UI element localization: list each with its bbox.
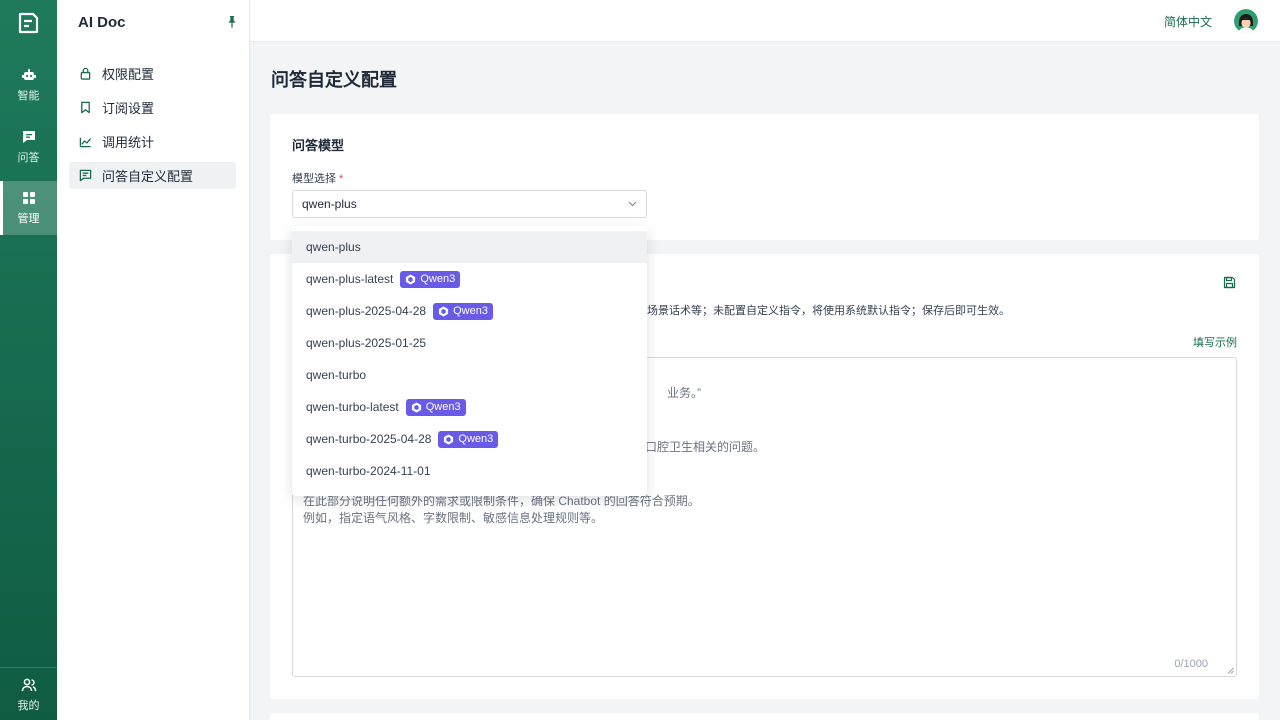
sidebar: AI Doc 权限配置 订阅设置 调用统计 问答自定义配置	[57, 0, 250, 720]
qwen-logo-icon	[406, 273, 416, 285]
placeholder-line: 例如，指定语气风格、字数限制、敏感信息处理规则等。	[303, 511, 604, 525]
rail-item-qa[interactable]: 问答	[0, 120, 57, 174]
model-dropdown: qwen-plus qwen-plus-latest Qwen3 qwen-plu…	[292, 226, 647, 496]
model-select-value: qwen-plus	[302, 197, 357, 211]
qwen3-badge: Qwen3	[400, 270, 461, 288]
model-select[interactable]: qwen-plus	[292, 190, 647, 218]
option-label: qwen-plus	[306, 240, 361, 254]
sidebar-item-usage-stats[interactable]: 调用统计	[69, 128, 236, 155]
sidebar-item-label: 订阅设置	[102, 101, 155, 116]
pin-icon[interactable]	[227, 16, 237, 28]
rail-item-label: 智能	[17, 90, 40, 102]
lock-icon	[80, 67, 91, 80]
model-card: 问答模型 模型选择 * qwen-plus	[270, 114, 1259, 240]
option-label: qwen-plus-latest	[306, 272, 394, 286]
rail-item-mine[interactable]: 我的	[0, 668, 57, 720]
option-label: qwen-plus-2025-01-25	[306, 336, 427, 350]
app-rail: 智能 问答 管理 我的	[0, 0, 57, 720]
dropdown-option[interactable]: qwen-plus	[292, 231, 647, 263]
dropdown-option[interactable]: qwen-plus-latest Qwen3	[292, 263, 647, 295]
rail-item-smart[interactable]: 智能	[0, 58, 57, 112]
badge-label: Qwen3	[458, 433, 494, 445]
rail-item-label: 管理	[17, 213, 40, 225]
save-icon[interactable]	[1223, 276, 1236, 289]
option-label: qwen-turbo-latest	[306, 400, 399, 414]
option-label: qwen-plus-2025-04-28	[306, 304, 427, 318]
model-field-label-text: 模型选择	[292, 173, 336, 185]
next-card	[270, 713, 1259, 720]
option-label: qwen-turbo-2025-04-28	[306, 432, 432, 446]
rail-item-label: 我的	[17, 700, 40, 712]
rail-item-manage[interactable]: 管理	[0, 181, 57, 235]
app-logo-icon[interactable]	[15, 10, 41, 36]
avatar[interactable]	[1234, 9, 1258, 33]
qwen-logo-icon	[444, 433, 454, 445]
badge-label: Qwen3	[420, 273, 456, 285]
robot-icon	[21, 69, 36, 80]
rail-item-label: 问答	[17, 152, 40, 164]
dropdown-option[interactable]: qwen-plus-2025-01-25	[292, 327, 647, 359]
fill-example-link[interactable]: 填写示例	[1193, 334, 1237, 350]
qwen-logo-icon	[438, 305, 449, 317]
char-counter: 0/1000	[1174, 658, 1208, 670]
user-icon	[21, 678, 36, 692]
grid-icon	[22, 192, 35, 204]
placeholder-line: 业务。”	[667, 386, 701, 400]
qwen3-badge: Qwen3	[405, 398, 466, 416]
sidebar-item-label: 权限配置	[102, 67, 155, 82]
qwen3-badge: Qwen3	[438, 430, 499, 448]
dropdown-option[interactable]: qwen-turbo-latest Qwen3	[292, 391, 647, 423]
dropdown-option[interactable]: qwen-plus-2025-04-28 Qwen3	[292, 295, 647, 327]
message-icon	[79, 169, 92, 182]
sidebar-item-permissions[interactable]: 权限配置	[69, 60, 236, 87]
option-label: qwen-turbo-2024-11-01	[306, 464, 431, 478]
bookmark-icon	[81, 101, 90, 114]
placeholder-line: 口腔卫生相关的问题。	[645, 440, 766, 454]
resize-handle-icon[interactable]	[1227, 667, 1234, 674]
chevron-down-icon	[628, 201, 637, 207]
option-label: qwen-turbo	[306, 368, 367, 382]
sidebar-item-qa-config[interactable]: 问答自定义配置	[69, 162, 236, 189]
model-field-label: 模型选择 *	[292, 170, 343, 186]
badge-label: Qwen3	[453, 305, 488, 317]
instruction-hint: 场景话术等；未配置自定义指令，将使用系统默认指令；保存后即可生效。	[647, 305, 1010, 317]
badge-label: Qwen3	[425, 401, 461, 413]
section-title: 问答模型	[292, 138, 345, 153]
dropdown-option[interactable]: qwen-turbo-2024-11-01	[292, 455, 647, 487]
dropdown-option[interactable]: qwen-turbo-2025-04-28 Qwen3	[292, 423, 647, 455]
chart-icon	[79, 137, 92, 148]
language-switch[interactable]: 简体中文	[1164, 13, 1212, 30]
sidebar-title: AI Doc	[78, 14, 126, 31]
sidebar-item-label: 问答自定义配置	[102, 169, 194, 184]
page-title: 问答自定义配置	[271, 70, 397, 90]
dropdown-option[interactable]: qwen-turbo	[292, 359, 647, 391]
required-mark: *	[339, 173, 344, 185]
chat-icon	[22, 131, 35, 143]
top-bar: 简体中文	[250, 0, 1280, 42]
qwen-logo-icon	[411, 401, 421, 413]
sidebar-item-subscription[interactable]: 订阅设置	[69, 94, 236, 121]
sidebar-item-label: 调用统计	[102, 135, 155, 150]
qwen3-badge: Qwen3	[433, 302, 493, 320]
